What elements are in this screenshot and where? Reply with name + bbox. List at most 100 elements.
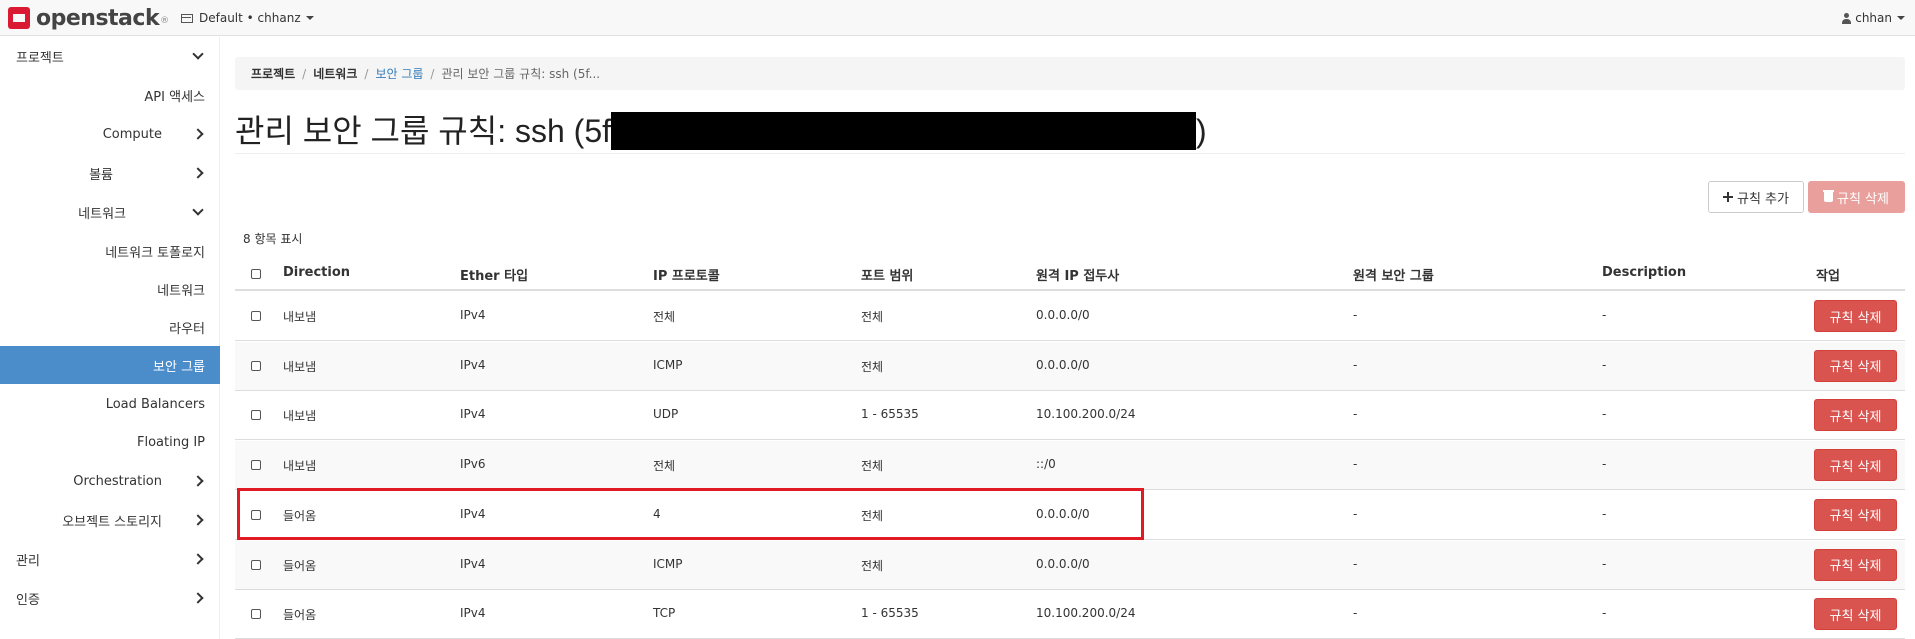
delete-rule-button[interactable]: 규칙 삭제 (1814, 399, 1897, 432)
sidebar-item-admin[interactable]: 관리 (0, 540, 220, 578)
top-navbar: openstack ® Default • chhanz chhan (0, 0, 1915, 36)
title-divider (235, 153, 1905, 154)
project-selector-label: Default • chhanz (199, 11, 301, 25)
chevron-down-icon (192, 48, 204, 60)
header-description[interactable]: Description (1602, 265, 1686, 280)
cell-remote-security-group: - (1353, 457, 1358, 472)
cell-ether-type: IPv4 (460, 357, 486, 372)
row-checkbox[interactable] (251, 559, 261, 570)
cell-description: - (1602, 357, 1607, 372)
sidebar-item-load-balancers[interactable]: Load Balancers (0, 385, 220, 423)
chevron-right-icon (192, 167, 204, 179)
caret-down-icon (305, 16, 314, 20)
breadcrumb-separator: / (430, 66, 435, 81)
sidebar-item-security-groups[interactable]: 보안 그룹 (0, 346, 220, 384)
cell-remote-security-group: - (1353, 506, 1358, 521)
table-row: 내보냄 IPv4 전체 전체 0.0.0.0/0 - - 규칙 삭제 (235, 292, 1905, 341)
table-row: 내보냄 IPv6 전체 전체::/0 - - 규칙 삭제 (235, 441, 1905, 491)
sidebar-item-object-storage[interactable]: 오브젝트 스토리지 (0, 501, 220, 539)
caret-down-icon (1897, 16, 1905, 20)
sidebar-item-volumes[interactable]: 볼륨 (0, 154, 220, 192)
cell-remote-ip-prefix: 0.0.0.0/0 (1036, 357, 1090, 372)
select-all-checkbox[interactable] (251, 269, 261, 279)
table-row: 들어옴 IPv4 TCP 1 - 65535 10.100.200.0/24 - - 규칙 삭… (235, 590, 1905, 639)
table-row: 들어옴 IPv4 ICMP 전체 0.0.0.0/0 - - 규칙 삭제 (235, 540, 1905, 590)
sidebar-item-floating-ip[interactable]: Floating IP (0, 423, 220, 461)
row-checkbox[interactable] (251, 360, 261, 371)
page-title: 관리 보안 그룹 규칙: ssh (5f) (235, 106, 1207, 152)
sidebar-item-api-access[interactable]: API 액세스 (0, 76, 220, 114)
cell-remote-ip-prefix: 0.0.0.0/0 (1036, 556, 1090, 571)
delete-rule-button[interactable]: 규칙 삭제 (1814, 300, 1897, 332)
cell-remote-security-group: - (1353, 357, 1358, 372)
cell-description: - (1602, 506, 1607, 521)
header-actions: 작업 (1816, 269, 1840, 284)
project-selector[interactable]: Default • chhanz (181, 11, 314, 25)
openstack-logo[interactable]: openstack ® (8, 6, 170, 31)
cell-port-range: 전체 (861, 558, 884, 573)
page-title-text: 관리 보안 그룹 규칙: ssh (5f (235, 113, 612, 149)
delete-rule-button[interactable]: 규칙 삭제 (1814, 498, 1897, 531)
row-checkbox[interactable] (251, 460, 261, 471)
sidebar-item-compute[interactable]: Compute (0, 115, 220, 153)
trash-icon (1823, 190, 1834, 202)
sidebar-item-routers[interactable]: 라우터 (0, 308, 220, 346)
header-ether-type[interactable]: Ether 타입 (460, 265, 528, 284)
breadcrumb-security-groups-link[interactable]: 보안 그룹 (375, 65, 423, 82)
header-remote-ip-prefix[interactable]: 원격 IP 접두사 (1036, 265, 1119, 284)
delete-rules-button[interactable]: 규칙 삭제 (1808, 181, 1905, 213)
cell-ether-type: IPv6 (460, 457, 486, 472)
sidebar-item-label: 프로젝트 (16, 50, 64, 66)
cell-remote-ip-prefix: 10.100.200.0/24 (1036, 407, 1136, 422)
cell-remote-ip-prefix: 10.100.200.0/24 (1036, 606, 1136, 621)
cell-description: - (1602, 457, 1607, 472)
sidebar-item-project[interactable]: 프로젝트 (0, 37, 220, 75)
sidebar-item-network[interactable]: 네트워크 (0, 193, 220, 231)
sidebar-item-network-topology[interactable]: 네트워크 토폴로지 (0, 232, 220, 270)
item-count: 8 항목 표시 (243, 232, 303, 246)
add-rule-button[interactable]: 규칙 추가 (1708, 181, 1804, 213)
header-port-range[interactable]: 포트 범위 (861, 265, 913, 284)
sidebar-item-label: Orchestration (73, 473, 162, 489)
redacted-block (611, 111, 1197, 150)
sidebar-item-label: 보안 그룹 (153, 359, 205, 375)
delete-rule-button[interactable]: 규칙 삭제 (1814, 349, 1897, 382)
header-remote-security-group[interactable]: 원격 보안 그룹 (1353, 265, 1434, 284)
chevron-right-icon (192, 475, 204, 487)
sidebar-item-label: 네트워크 (157, 283, 205, 299)
delete-rule-button[interactable]: 규칙 삭제 (1814, 548, 1897, 581)
sidebar-item-orchestration[interactable]: Orchestration (0, 462, 220, 500)
sidebar: 프로젝트 API 액세스 Compute 볼륨 네트워크 네트워크 토폴로지 네트워크 라우터… (0, 37, 220, 639)
plus-icon (1723, 192, 1733, 202)
page-title-suffix: ) (1196, 113, 1207, 149)
sidebar-item-label: API 액세스 (144, 89, 205, 105)
header-ip-protocol[interactable]: IP 프로토콜 (653, 265, 720, 284)
delete-rule-button[interactable]: 규칙 삭제 (1814, 449, 1897, 482)
sidebar-item-label: 볼륨 (89, 167, 113, 183)
cell-remote-security-group: - (1353, 308, 1358, 322)
cell-ip-protocol: TCP (653, 606, 676, 621)
cell-remote-security-group: - (1353, 407, 1358, 422)
cell-port-range: 전체 (861, 310, 884, 324)
delete-rule-button[interactable]: 규칙 삭제 (1814, 598, 1897, 631)
chevron-right-icon (192, 592, 204, 604)
row-checkbox[interactable] (251, 311, 261, 321)
cell-port-range: 1 - 65535 (861, 606, 919, 621)
table-header: Direction Ether 타입 IP 프로토콜 포트 범위 원격 IP 접… (235, 255, 1905, 291)
cell-port-range: 1 - 65535 (861, 407, 919, 422)
row-checkbox[interactable] (251, 609, 261, 620)
sidebar-item-networks[interactable]: 네트워크 (0, 270, 220, 308)
sidebar-item-label: 오브젝트 스토리지 (62, 514, 162, 530)
breadcrumb-separator: / (364, 66, 369, 81)
header-direction[interactable]: Direction (283, 265, 350, 280)
row-checkbox[interactable] (251, 410, 261, 421)
user-menu[interactable]: chhan (1842, 11, 1905, 25)
sidebar-item-identity[interactable]: 인증 (0, 579, 220, 617)
table-row: 내보냄 IPv4 ICMP 전체 0.0.0.0/0 - - 규칙 삭제 (235, 341, 1905, 391)
cell-direction: 내보냄 (283, 359, 317, 374)
sidebar-item-label: 인증 (16, 592, 40, 608)
cell-ether-type: IPv4 (460, 556, 486, 571)
sidebar-item-label: 라우터 (169, 321, 205, 337)
brand-trademark: ® (160, 16, 170, 26)
add-rule-label: 규칙 추가 (1737, 191, 1789, 207)
